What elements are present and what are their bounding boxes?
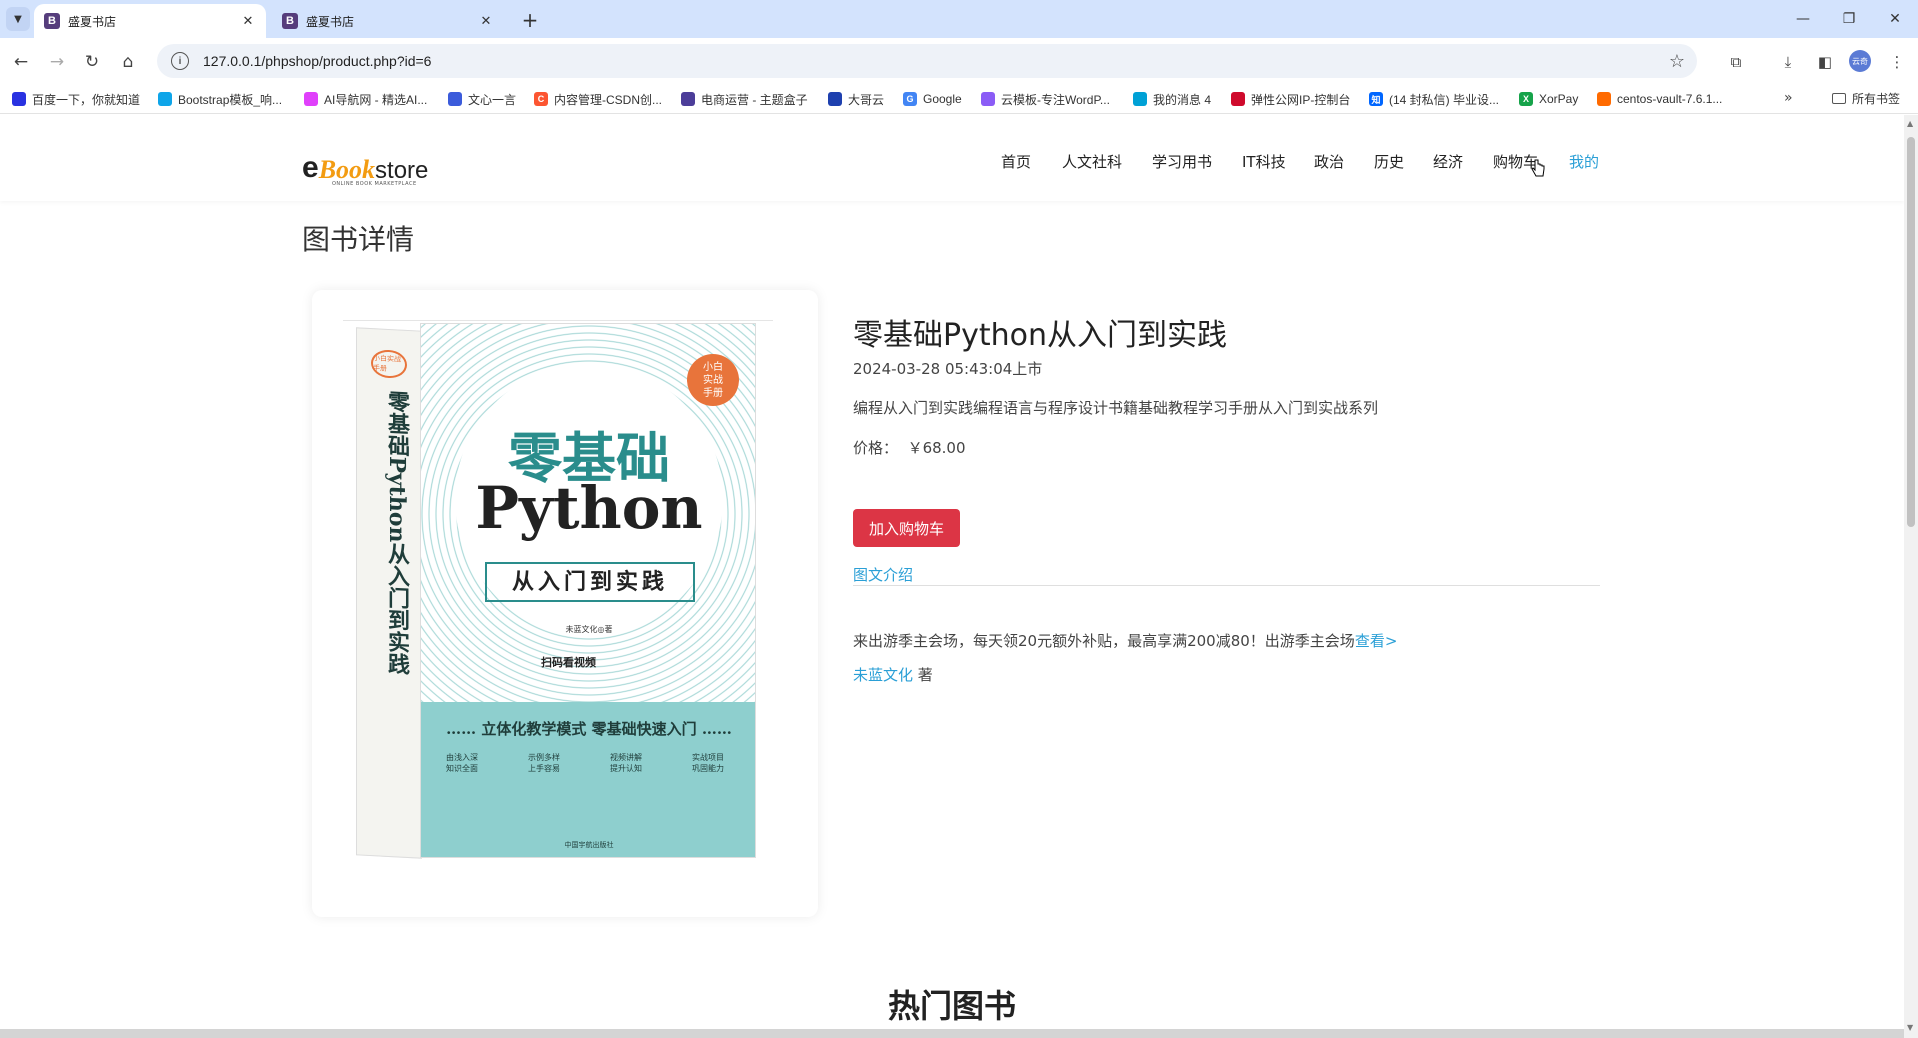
tab-divider	[853, 585, 1600, 586]
release-date: 2024-03-28 05:43:04上市	[853, 360, 1043, 378]
bookmark-item[interactable]: 知 (14 封私信) 毕业设...	[1369, 90, 1499, 108]
bookmark-star-icon[interactable]: ☆	[1669, 51, 1685, 72]
nav-it-tech[interactable]: IT科技	[1242, 151, 1286, 172]
product-price: 价格： ￥68.00	[853, 439, 966, 457]
bookmark-item[interactable]: 大哥云	[828, 90, 884, 108]
page-scrollbar[interactable]: ▲ ▼	[1904, 115, 1918, 1038]
browser-toolbar: ← → ↻ ⌂ i 127.0.0.1/phpshop/product.php?…	[0, 38, 1918, 84]
nav-humanities[interactable]: 人文社科	[1062, 151, 1122, 172]
page-viewport: e Book store ONLINE BOOK MARKETPLACE 首页 人文…	[0, 115, 1904, 1038]
aliyun-icon	[1597, 92, 1611, 106]
wordpress-template-icon	[981, 92, 995, 106]
author-line: 未蓝文化 著	[853, 666, 933, 684]
side-panel-icon[interactable]: ◧	[1812, 49, 1838, 75]
tab-search-dropdown-icon[interactable]: ▼	[6, 7, 30, 31]
address-bar[interactable]: i 127.0.0.1/phpshop/product.php?id=6 ☆	[157, 44, 1697, 78]
downloads-icon[interactable]: ⤓	[1775, 49, 1801, 75]
page-title: 图书详情	[302, 223, 415, 256]
baidu-icon	[12, 92, 26, 106]
bookmarks-bar: 百度一下，你就知道 Bootstrap模板_响... AI导航网 - 精选AI.…	[0, 84, 1918, 114]
more-bookmarks-icon[interactable]: »	[1784, 90, 1793, 106]
close-tab-icon[interactable]: ✕	[478, 13, 494, 29]
profile-avatar[interactable]: 云奇	[1849, 50, 1871, 72]
tab-title: 盛夏书店	[306, 14, 355, 29]
book-spine: 小白实战手册 零基础Python从入门到实践	[356, 327, 422, 859]
book-front-cover: 小白 实战 手册 零基础 Python 从入门到实践 未蓝文化◎著 扫码看视频 …	[420, 323, 756, 858]
nav-economics[interactable]: 经济	[1433, 151, 1463, 172]
csdn-icon: C	[534, 92, 548, 106]
card-divider	[343, 320, 773, 321]
browser-tab-2[interactable]: B 盛夏书店 ✕	[272, 4, 504, 38]
zhihu-icon: 知	[1369, 92, 1383, 106]
restore-icon[interactable]: ❐	[1826, 0, 1872, 38]
bookmark-item[interactable]: 云模板-专注WordP...	[981, 90, 1110, 108]
hot-books-heading: 热门图书	[887, 987, 1016, 1025]
bookmark-item[interactable]: C 内容管理-CSDN创...	[534, 90, 662, 108]
google-icon: G	[903, 92, 917, 106]
product-title: 零基础Python从入门到实践	[853, 318, 1227, 353]
hand-cursor-icon	[1531, 159, 1545, 177]
browser-tab-1[interactable]: B 盛夏书店 ✕	[34, 4, 266, 38]
author-link[interactable]: 未蓝文化	[853, 666, 913, 684]
bookmark-item[interactable]: AI导航网 - 精选AI...	[304, 90, 427, 108]
scroll-down-icon[interactable]: ▼	[1907, 1023, 1913, 1032]
close-tab-icon[interactable]: ✕	[240, 13, 256, 29]
bilibili-icon	[1133, 92, 1147, 106]
tab-title: 盛夏书店	[68, 14, 117, 29]
extensions-icon[interactable]: ⧉	[1723, 49, 1749, 75]
nav-home[interactable]: 首页	[1001, 151, 1031, 172]
add-to-cart-button[interactable]: 加入购物车	[853, 509, 960, 547]
scrollbar-thumb[interactable]	[1907, 137, 1915, 527]
site-logo[interactable]: e Book store ONLINE BOOK MARKETPLACE	[302, 143, 428, 188]
bookmark-item[interactable]: 百度一下，你就知道	[12, 90, 140, 108]
bookmark-item[interactable]: X XorPay	[1519, 90, 1578, 108]
promo-view-link[interactable]: 查看>	[1355, 632, 1398, 650]
bookmark-item[interactable]: G Google	[903, 90, 962, 108]
xorpay-icon: X	[1519, 92, 1533, 106]
product-image-card: 小白实战手册 零基础Python从入门到实践 小白 实战 手册 零基础 Pyth…	[312, 290, 818, 917]
forward-icon[interactable]: →	[44, 49, 70, 75]
bookmark-item[interactable]: centos-vault-7.6.1...	[1597, 90, 1722, 108]
nav-politics[interactable]: 政治	[1314, 151, 1344, 172]
wenxin-icon	[448, 92, 462, 106]
bookmark-item[interactable]: 电商运营 - 主题盒子	[681, 90, 808, 108]
menu-kebab-icon[interactable]: ⋮	[1884, 49, 1910, 75]
back-icon[interactable]: ←	[8, 49, 34, 75]
nav-history[interactable]: 历史	[1374, 151, 1404, 172]
bootstrap-favicon-icon: B	[44, 13, 60, 29]
book-cover-image: 小白实战手册 零基础Python从入门到实践 小白 实战 手册 零基础 Pyth…	[356, 323, 756, 859]
reload-icon[interactable]: ↻	[79, 49, 105, 75]
tab-strip: ▼ B 盛夏书店 ✕ B 盛夏书店 ✕ + — ❐ ✕	[0, 0, 1918, 38]
nav-mine[interactable]: 我的	[1569, 151, 1599, 172]
site-header: e Book store ONLINE BOOK MARKETPLACE 首页 人文…	[0, 115, 1904, 201]
all-bookmarks-button[interactable]: 所有书签	[1832, 90, 1900, 107]
home-icon[interactable]: ⌂	[115, 49, 141, 75]
bookmark-item[interactable]: 我的消息 4	[1133, 90, 1211, 108]
folder-icon	[1832, 93, 1846, 104]
bookmark-item[interactable]: 弹性公网IP-控制台	[1231, 90, 1350, 108]
url-text: 127.0.0.1/phpshop/product.php?id=6	[203, 53, 432, 69]
dagecloud-icon	[828, 92, 842, 106]
bootstrap-icon	[158, 92, 172, 106]
window-close-icon[interactable]: ✕	[1872, 0, 1918, 38]
bootstrap-favicon-icon: B	[282, 13, 298, 29]
scroll-up-icon[interactable]: ▲	[1907, 119, 1913, 128]
cover-badge: 小白 实战 手册	[687, 354, 739, 406]
taskbar-edge	[0, 1029, 1904, 1038]
tab-image-intro[interactable]: 图文介绍	[853, 564, 913, 585]
bookmark-item[interactable]: Bootstrap模板_响...	[158, 90, 282, 108]
new-tab-icon[interactable]: +	[518, 8, 542, 32]
ai-nav-icon	[304, 92, 318, 106]
theme-box-icon	[681, 92, 695, 106]
huawei-icon	[1231, 92, 1245, 106]
minimize-icon[interactable]: —	[1780, 0, 1826, 38]
promo-text: 来出游季主会场，每天领20元额外补贴，最高享满200减80！出游季主会场查看>	[853, 632, 1398, 650]
nav-study-books[interactable]: 学习用书	[1152, 151, 1212, 172]
product-description: 编程从入门到实践编程语言与程序设计书籍基础教程学习手册从入门到实战系列	[853, 399, 1379, 417]
bookmark-item[interactable]: 文心一言	[448, 90, 516, 108]
site-info-icon[interactable]: i	[171, 52, 189, 70]
